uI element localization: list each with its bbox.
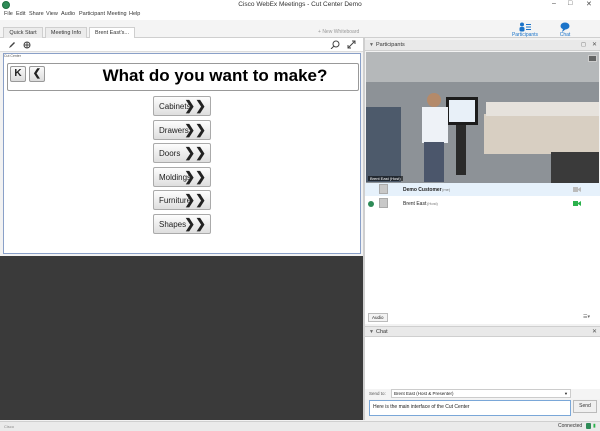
close-chat-icon[interactable]: ✕ [592,328,597,335]
close-panel-icon[interactable]: ✕ [592,41,597,48]
menu-audio[interactable]: Audio [61,11,75,17]
choice-cabinets[interactable]: Cabinets ❯❯ [153,96,211,116]
participant-row[interactable]: Brent East (Host) [365,197,600,210]
send-to-select[interactable]: Brent East (Host & Presenter) ▼ [391,389,571,398]
double-chevron-icon: ❯❯ [184,216,206,231]
shared-window-label: Cut Center [4,54,21,58]
new-whiteboard-label: New Whiteboard [322,29,360,35]
lock-icon [586,423,591,429]
send-to-label: Send to: [369,391,386,396]
first-page-button[interactable]: K [10,66,26,82]
choice-label: Doors [159,149,181,158]
video-camera-on-icon[interactable] [573,201,581,206]
window-title: Cisco WebEx Meetings - Cut Center Demo [238,1,362,8]
title-bar: Cisco WebEx Meetings - Cut Center Demo –… [0,0,600,10]
annotation-toolbar [0,38,363,52]
menu-view[interactable]: View [46,11,58,17]
double-chevron-icon: ❯❯ [184,192,206,207]
participant-role: (Host) [427,201,438,206]
menu-share[interactable]: Share [29,11,44,17]
send-button[interactable]: Send [573,400,597,413]
back-chevron-icon: ❮ [32,68,42,79]
audio-bar: Audio ☰▾ [365,312,600,324]
video-camera-off-icon[interactable] [573,187,581,192]
avatar [379,184,388,194]
chat-button-label[interactable]: Chat [545,32,585,38]
chat-panel-header: ▼ Chat ✕ [365,326,600,337]
send-to-row: Send to: Brent East (Host & Presenter) ▼ [365,389,600,399]
share-background [0,256,363,420]
double-chevron-icon: ❯❯ [184,145,206,160]
close-window-button[interactable]: ✕ [586,0,592,8]
signal-icon: ▮ [593,423,596,429]
chat-history[interactable] [365,337,600,389]
collapse-triangle-icon[interactable]: ▼ [369,42,374,48]
choice-drawers[interactable]: Drawers ❯❯ [153,120,211,140]
expand-icon[interactable] [347,40,356,49]
chat-header-title: Chat [376,329,388,335]
choice-moldings[interactable]: Moldings ❯❯ [153,167,211,187]
host-video[interactable]: Brent East (Host) [366,52,599,183]
menu-bar: File Edit Share View Audio Participant M… [0,10,600,20]
menu-meeting[interactable]: Meeting [107,11,127,17]
new-whiteboard-button[interactable]: + New Whiteboard [318,29,359,35]
cisco-logo: Cisco [4,424,15,429]
tab-meeting-info[interactable]: Meeting Info [45,27,87,38]
participants-header-title: Participants [376,42,405,48]
participants-icon[interactable] [519,22,531,32]
chevron-down-icon: ▼ [564,391,568,396]
popout-icon[interactable]: ◻ [581,41,586,48]
menu-help[interactable]: Help [129,11,140,17]
chat-message-input[interactable]: Here is the main interface of the Cut Ce… [369,400,571,416]
participants-button-label[interactable]: Participants [505,32,545,38]
avatar [379,198,388,208]
tab-row: Quick Start Meeting Info Brent East's...… [0,20,600,38]
menu-file[interactable]: File [4,11,13,17]
back-button[interactable]: ❮ [29,66,45,82]
page-question: What do you want to make? [102,66,328,85]
maximize-button[interactable]: □ [568,0,572,7]
double-chevron-icon: ❯❯ [184,98,206,113]
participant-row[interactable]: Demo Customer (me) [365,183,600,196]
list-options-icon[interactable]: ☰▾ [583,314,590,320]
video-frame-image [366,52,599,183]
first-page-glyph: K [14,68,22,79]
chat-bubble-icon[interactable] [560,22,570,32]
double-chevron-icon: ❯❯ [184,122,206,137]
menu-edit[interactable]: Edit [16,11,25,17]
connection-status: Connected [558,423,583,429]
participants-panel-header: ▼ Participants ◻ ✕ [365,40,600,51]
choice-shapes[interactable]: Shapes ❯❯ [153,214,211,234]
choice-doors[interactable]: Doors ❯❯ [153,143,211,163]
pointer-tools-icon[interactable] [23,41,31,49]
pen-icon[interactable] [8,41,16,49]
video-options-icon[interactable] [588,55,597,62]
minimize-button[interactable]: – [552,0,556,7]
participant-role: (me) [442,187,451,192]
video-caption: Brent East (Host) [368,176,403,181]
participant-name: Demo Customer [403,187,442,193]
audio-button[interactable]: Audio [368,313,388,322]
tab-brent-east-share[interactable]: Brent East's... [89,27,135,38]
send-to-value: Brent East (Host & Presenter) [394,391,454,396]
zoom-icon[interactable] [330,40,340,49]
double-chevron-icon: ❯❯ [184,169,206,184]
choice-furniture[interactable]: Furniture ❯❯ [153,190,211,210]
status-bar: Cisco Connected ▮ [0,421,600,431]
collapse-triangle-icon[interactable]: ▼ [369,329,374,335]
host-status-icon [368,201,374,207]
participant-name: Brent East [403,201,427,207]
tab-quick-start[interactable]: Quick Start [3,27,43,38]
menu-participant[interactable]: Participant [79,11,105,17]
choice-label: Shapes [159,220,187,229]
